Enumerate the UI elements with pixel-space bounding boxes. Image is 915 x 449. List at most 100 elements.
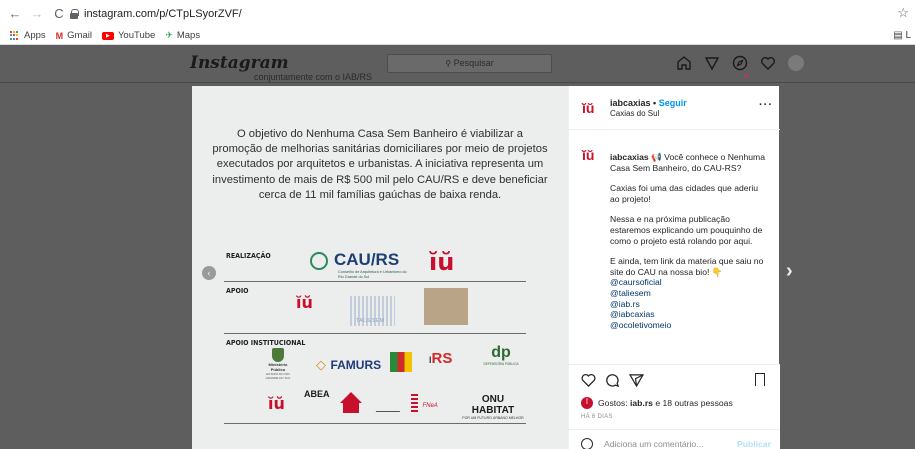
search-input[interactable]: ⚲ Pesquisar [387, 54, 552, 73]
post-header: ĭŭ iabcaxias • Seguir Caxias do Sul ··· [569, 86, 780, 130]
reading-list-label: L [905, 30, 911, 41]
follow-button[interactable]: Seguir [659, 98, 687, 108]
red-house-base [343, 403, 359, 413]
bookmark-youtube[interactable]: ▶ YouTube [101, 30, 156, 41]
post-timestamp[interactable]: HÁ 6 DIAS [581, 414, 613, 420]
author-avatar[interactable]: ĭŭ [582, 101, 594, 115]
profile-avatar[interactable] [788, 55, 804, 71]
famurs-logo: ◇ FAMURS [316, 356, 381, 374]
bookmark-maps[interactable]: ✈ Maps [165, 30, 200, 41]
mp-name: Ministério Público [268, 362, 288, 372]
fnea-logo: FNeA [411, 394, 438, 412]
caption-avatar[interactable]: ĭŭ [582, 148, 594, 162]
mention-link[interactable]: @caursoficial [610, 277, 765, 288]
save-bookmark-icon[interactable] [755, 373, 765, 386]
nav-icons [676, 55, 804, 71]
url-text: instagram.com/p/CTpLSyorZVF/ [84, 7, 242, 20]
direct-send-icon[interactable] [704, 55, 720, 71]
liker-avatar: ĭ [581, 397, 593, 409]
bookmark-label: Maps [176, 30, 201, 41]
bookmarks-bar: Apps M Gmail ▶ YouTube ✈ Maps ▤ L [0, 27, 915, 45]
share-icon[interactable] [628, 373, 645, 390]
abea-logo: ABEA [304, 390, 330, 399]
row-label-realizacao: REALIZAÇÃO [226, 252, 271, 260]
defensoria-text: DEFENSORIA PÚBLICA [483, 362, 519, 366]
caption-line: Nessa e na próxima publicação estaremos … [610, 214, 763, 246]
bookmark-label: Gmail [67, 30, 92, 41]
cau-emblem-icon [310, 252, 328, 270]
add-comment-row: Adiciona um comentário... Publicar [569, 429, 780, 449]
instagram-logo[interactable]: Instagram [190, 53, 289, 73]
meio-logo [424, 288, 468, 325]
comment-input[interactable]: Adiciona um comentário... [604, 439, 703, 449]
maps-icon: ✈ [165, 30, 173, 40]
famurs-diamond-icon: ◇ [316, 357, 326, 372]
post-location[interactable]: Caxias do Sul [610, 109, 659, 118]
likes-row[interactable]: ĭ Gostos: iab.rs e 18 outras pessoas [581, 397, 733, 409]
liker-username[interactable]: iab.rs [630, 398, 653, 408]
mention-link[interactable]: @iabcaxias [610, 309, 765, 320]
mention-link[interactable]: @ocoletivomeio [610, 320, 765, 331]
abea-text: ABEA [304, 389, 330, 399]
cau-logo-subtitle: Conselho de Arquitetura e Urbanismo do R… [338, 270, 407, 279]
fnea-bars-icon [411, 394, 418, 412]
browser-toolbar: ← → C instagram.com/p/CTpLSyorZVF/ ☆ [0, 0, 915, 27]
reading-list[interactable]: ▤ L [893, 30, 911, 41]
forward-icon[interactable]: → [30, 6, 44, 21]
author-username[interactable]: iabcaxias [610, 98, 651, 108]
onu-text: ONU HABITAT [471, 394, 515, 416]
address-bar[interactable]: instagram.com/p/CTpLSyorZVF/ [70, 4, 898, 23]
post-actions: ĭ Gostos: iab.rs e 18 outras pessoas HÁ … [569, 364, 780, 449]
sketch-logo [375, 394, 407, 412]
apps-grid-icon [10, 30, 20, 41]
bookmark-label: YouTube [117, 30, 156, 41]
reload-icon[interactable]: C [52, 6, 66, 21]
mp-crest-icon [272, 348, 284, 362]
back-icon[interactable]: ← [8, 6, 22, 21]
post-intro-text: O objetivo do Nenhuma Casa Sem Banheiro … [212, 128, 548, 201]
iab-small-logo: ĭŭ [268, 394, 285, 413]
bookmark-star-icon[interactable]: ☆ [897, 5, 909, 21]
home-icon[interactable] [676, 55, 692, 71]
comment-icon[interactable] [605, 373, 620, 390]
bookmark-label: Apps [24, 30, 46, 41]
taliesem-text: TALIESEM [356, 318, 385, 324]
search-icon: ⚲ [445, 59, 452, 68]
mp-sub: ESTADO DO RIO GRANDE DO SUL [265, 372, 291, 380]
mention-link[interactable]: @iab.rs [610, 299, 765, 310]
mention-link[interactable]: @taliesem [610, 288, 765, 299]
previous-slide-button[interactable]: ‹ [202, 266, 216, 280]
explore-compass-icon[interactable] [732, 55, 748, 71]
fnea-text: FNeA [422, 403, 438, 410]
bookmark-gmail[interactable]: M Gmail [56, 30, 92, 41]
emoji-icon[interactable] [581, 438, 593, 449]
row-label-apoio-institucional: APOIO INSTITUCIONAL [226, 339, 306, 347]
next-post-arrow-icon[interactable]: › [786, 260, 793, 283]
caption-username[interactable]: iabcaxias [610, 152, 649, 162]
notification-dot [745, 74, 748, 77]
ministerio-publico-logo: Ministério Público ESTADO DO RIO GRANDE … [262, 348, 294, 380]
publish-button[interactable]: Publicar [737, 439, 771, 449]
irs-logo: IRS [429, 350, 453, 367]
caption-line: E ainda, tem link da materia que saiu no… [610, 256, 764, 277]
bookmark-apps[interactable]: Apps [10, 30, 46, 41]
more-options-icon[interactable]: ··· [759, 99, 773, 111]
dp-mark-icon: dp [491, 344, 511, 361]
likes-prefix: Gostos: [598, 398, 628, 408]
likes-count[interactable]: e 18 outras pessoas [655, 398, 732, 408]
red-house-logo [340, 392, 362, 403]
onu-habitat-logo: ONU HABITAT POR UM FUTURO URBANO MELHOR [460, 394, 526, 420]
irs-text: RS [431, 350, 453, 367]
famurs-text: FAMURS [330, 358, 382, 372]
caption-line: Caxias foi uma das cidades que aderiu ao… [610, 183, 759, 204]
post-cut-text: conjuntamente com o IAB/RS [254, 72, 373, 82]
author-header: iabcaxias • Seguir [610, 98, 687, 108]
post-image[interactable]: O objetivo do Nenhuma Casa Sem Banheiro … [192, 86, 568, 449]
search-placeholder: Pesquisar [453, 58, 494, 68]
caption-tags: @caursoficial @taliesem @iab.rs @iabcaxi… [610, 277, 765, 330]
youtube-icon: ▶ [101, 31, 114, 40]
divider [224, 333, 526, 334]
like-heart-icon[interactable] [581, 373, 596, 390]
gmail-icon: M [55, 30, 64, 41]
activity-heart-icon[interactable] [760, 55, 776, 71]
